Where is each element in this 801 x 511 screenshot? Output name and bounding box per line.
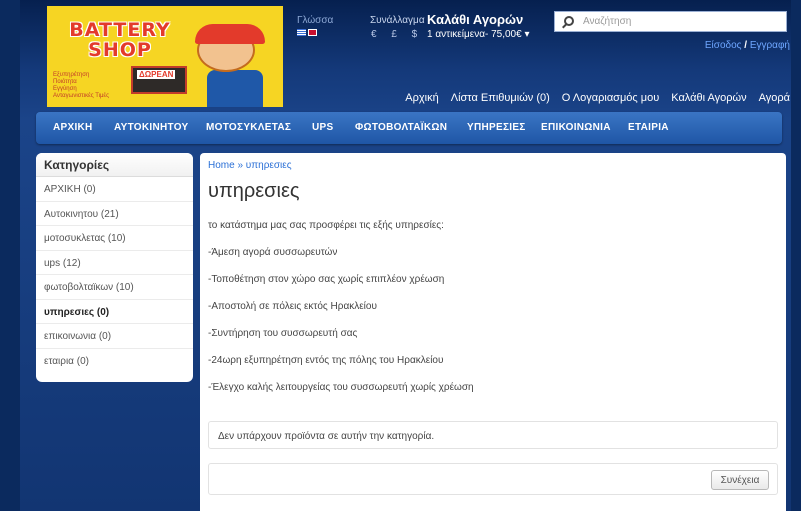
service-item: -Έλεγχο καλής λειτουργείας του συσσωρευτ…: [208, 382, 474, 393]
top-nav: Αρχική Λίστα Επιθυμιών (0) Ο Λογαριασμός…: [405, 92, 790, 104]
service-item: -24ωρη εξυπηρέτηση εντός της πόλης του Η…: [208, 355, 444, 366]
service-item: -Συντήρηση του συσσωρευτή σας: [208, 328, 358, 339]
account-separator: /: [741, 40, 750, 51]
mascot-cap: [195, 24, 265, 44]
nav-home[interactable]: Αρχική: [405, 92, 438, 104]
menu-item-photovoltaic[interactable]: ΦΩΤΟΒΟΛΤΑΪΚΩΝ: [355, 122, 447, 133]
service-item: -Άμεση αγορά συσσωρευτών: [208, 247, 338, 258]
sidebar-item-car[interactable]: Αυτοκινητου (21): [36, 202, 193, 226]
currency-label: Συνάλλαγμα: [370, 15, 425, 26]
nav-cart[interactable]: Καλάθι Αγορών: [671, 92, 746, 104]
search-box: [554, 11, 787, 32]
search-input[interactable]: [583, 14, 781, 29]
menu-item-car[interactable]: ΑΥΤΟΚΙΝΗΤΟΥ: [114, 122, 189, 133]
account-links: Είσοδος / Εγγραφή: [705, 40, 790, 51]
nav-wishlist[interactable]: Λίστα Επιθυμιών (0): [451, 92, 550, 104]
categories-sidebar: Κατηγορίες ΑΡΧΙΚΗ (0) Αυτοκινητου (21) μ…: [36, 153, 193, 382]
store-logo[interactable]: BATTERY SHOP Εξυπηρέτηση Ποιότητα Εγγύησ…: [47, 6, 283, 107]
sidebar-title: Κατηγορίες: [36, 153, 193, 177]
services-intro: το κατάστημα μας σας προσφέρει τις εξής …: [208, 220, 444, 231]
sidebar-item-ups[interactable]: ups (12): [36, 251, 193, 275]
sidebar-item-services[interactable]: υπηρεσιες (0): [36, 300, 193, 324]
nav-my-account[interactable]: Ο Λογαριασμός μου: [562, 92, 659, 104]
right-border: [791, 0, 801, 511]
cart-title[interactable]: Καλάθι Αγορών: [427, 12, 523, 27]
breadcrumb[interactable]: Home » υπηρεσιες: [208, 160, 292, 171]
login-link[interactable]: Είσοδος: [705, 40, 742, 51]
menu-item-home[interactable]: ΑΡΧΙΚΗ: [53, 122, 93, 133]
currency-switcher[interactable]: € £ $: [371, 29, 423, 40]
cart-summary[interactable]: 1 αντικείμενα- 75,00€ ▾: [427, 29, 529, 40]
page-title: υπηρεσιες: [208, 180, 300, 202]
logo-title: BATTERY SHOP: [69, 19, 171, 61]
left-border: [0, 0, 20, 511]
empty-category-message: Δεν υπάρχουν προϊόντα σε αυτήν την κατηγ…: [208, 421, 778, 449]
greek-flag-icon[interactable]: [297, 29, 306, 36]
sidebar-item-photovoltaic[interactable]: φωτοβολταϊκων (10): [36, 275, 193, 300]
menu-item-ups[interactable]: UPS: [312, 122, 333, 133]
menu-item-services[interactable]: ΥΠΗΡΕΣΙΕΣ: [467, 122, 526, 133]
logo-badge: ΔΩΡΕΑΝ: [137, 70, 176, 79]
logo-bullets: Εξυπηρέτηση Ποιότητα Εγγύηση Ανταγωνιστι…: [53, 72, 109, 99]
nav-checkout[interactable]: Αγορά: [759, 92, 790, 104]
main-menu: ΑΡΧΙΚΗ ΑΥΤΟΚΙΝΗΤΟΥ ΜΟΤΟΣΥΚΛΕΤΑΣ UPS ΦΩΤΟ…: [36, 112, 782, 144]
sidebar-item-company[interactable]: εταιρια (0): [36, 349, 193, 374]
service-item: -Αποστολή σε πόλεις εκτός Ηρακλείου: [208, 301, 377, 312]
mascot-body: [207, 70, 263, 107]
sidebar-item-home[interactable]: ΑΡΧΙΚΗ (0): [36, 177, 193, 202]
continue-button[interactable]: Συνέχεια: [711, 470, 769, 490]
search-icon[interactable]: [564, 16, 574, 26]
menu-item-motorcycle[interactable]: ΜΟΤΟΣΥΚΛΕΤΑΣ: [206, 122, 291, 133]
menu-item-company[interactable]: ΕΤΑΙΡΙΑ: [628, 122, 669, 133]
service-item: -Τοποθέτηση στον χώρο σας χωρίς επιπλέον…: [208, 274, 445, 285]
sidebar-item-motorcycle[interactable]: μοτοσυκλετας (10): [36, 226, 193, 251]
language-label: Γλώσσα: [297, 15, 334, 26]
uk-flag-icon[interactable]: [308, 29, 317, 36]
menu-item-contact[interactable]: ΕΠΙΚΟΙΝΩΝΙΑ: [541, 122, 611, 133]
sidebar-item-contact[interactable]: επικοινωνια (0): [36, 324, 193, 349]
battery-illustration: ΔΩΡΕΑΝ: [131, 66, 187, 94]
main-content: Home » υπηρεσιες υπηρεσιες το κατάστημα …: [200, 153, 786, 511]
buttons-panel: Συνέχεια: [208, 463, 778, 495]
register-link[interactable]: Εγγραφή: [750, 40, 790, 51]
